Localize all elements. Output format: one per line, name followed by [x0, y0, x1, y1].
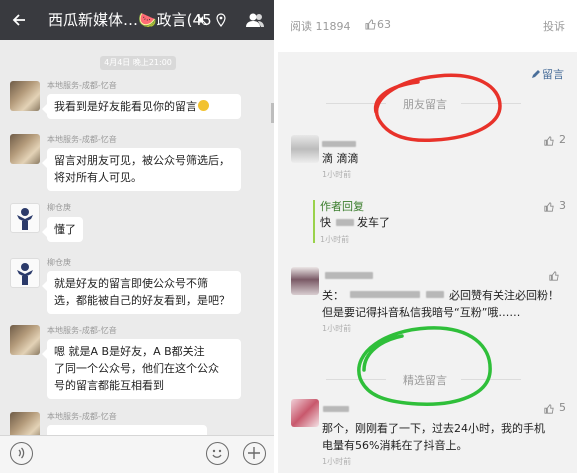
message-bubble[interactable]: 嗯 就是A B是好友，A B都关注 了同一个公众号，他们在这个公众 号的留言都能… [42, 339, 241, 399]
thumbs-up-icon[interactable] [549, 271, 559, 281]
person-figure-icon [17, 208, 33, 230]
message-text: 嗯 就是A B是好友，A B都关注 [54, 345, 205, 358]
comment-time: 1小时前 [322, 324, 352, 333]
comment-text: 电量有56%消耗在了抖音上。 [322, 439, 468, 452]
emoji-button[interactable] [206, 442, 229, 465]
message-text: 号的留言都能互相看到 [54, 379, 164, 392]
plus-icon [248, 447, 260, 459]
article-comments-panel: 阅读 11894 63 投诉 留言 朋友留言 滴 滴滴 1小时前 2 作者回复 … [278, 0, 577, 473]
avatar[interactable] [10, 134, 40, 164]
sender-name: 本地服务-成都-忆音 [47, 412, 117, 421]
message-text: 留言对朋友可见，被公众号筛选后， [54, 154, 230, 167]
group-icon[interactable] [245, 12, 265, 28]
divider [326, 103, 386, 104]
read-count: 阅读 11894 [290, 20, 351, 33]
sender-name: 本地服务-成都-忆音 [47, 135, 117, 144]
voice-icon [18, 447, 25, 459]
comment-text: 滴 滴滴 [322, 152, 359, 165]
sender-name: 本地服务-成都-忆音 [47, 326, 117, 335]
reply-indicator-bar [313, 200, 315, 243]
blurred-text [350, 291, 420, 298]
message-text: 就是好友的留言即使公众号不筛 [54, 277, 208, 290]
pencil-icon [532, 70, 540, 78]
back-arrow-icon[interactable] [11, 12, 27, 28]
comment-text: 但是要记得抖音私信我暗号“互粉”哦…… [322, 306, 521, 319]
comment-text: 那个，刚刚看了一下，过去24小时，我的手机 [322, 422, 545, 435]
mute-icon [196, 14, 208, 26]
message-text: 懂了 [54, 223, 76, 236]
blurred-username [323, 406, 349, 412]
emoji-icon [212, 449, 222, 458]
avatar[interactable] [10, 325, 40, 355]
like-count[interactable]: 63 [377, 18, 391, 31]
chat-title: 西瓜新媒体…🍉政言(45 [48, 11, 212, 29]
chat-panel: 西瓜新媒体…🍉政言(45 4月4日 晚上21:00 本地服务-成都-忆音 我看到… [0, 0, 274, 473]
section-title-friends: 朋友留言 [403, 98, 447, 111]
comment-time: 1小时前 [322, 457, 352, 466]
article-stats-bar: 阅读 11894 63 投诉 [278, 0, 577, 52]
timestamp-badge: 4月4日 晚上21:00 [100, 56, 176, 70]
comment-like-count[interactable]: 3 [559, 199, 566, 212]
blurred-username [322, 141, 356, 147]
thumbs-up-icon[interactable] [365, 19, 376, 30]
reply-text-prefix: 快 [320, 216, 331, 229]
comment-like-count[interactable]: 5 [559, 401, 566, 414]
chat-input-bar [0, 435, 274, 473]
message-text: 我看到是好友能看见你的留言 [54, 100, 197, 113]
thumbs-up-icon[interactable] [544, 404, 554, 414]
avatar[interactable] [10, 81, 40, 111]
sender-name: 柳仓庚 [47, 258, 71, 267]
message-text: 将对所有人可见。 [54, 171, 142, 184]
person-figure-icon [17, 263, 33, 285]
thumbs-up-icon[interactable] [544, 136, 554, 146]
scrollbar[interactable] [271, 103, 274, 123]
comment-like-count[interactable]: 2 [559, 133, 566, 146]
green-circle-annotation [357, 326, 492, 406]
comment-time: 1小时前 [322, 170, 352, 179]
blurred-text [336, 219, 354, 226]
sender-name: 本地服务-成都-忆音 [47, 81, 117, 90]
message-bubble[interactable]: 留言对朋友可见，被公众号筛选后， 将对所有人可见。 [42, 148, 241, 191]
message-text: 了同一个公众号，他们在这个公众 [54, 362, 219, 375]
message-bubble[interactable]: 就是好友的留言即使公众号不筛 选，都能被自己的好友看到，是吧？ [42, 271, 241, 314]
blurred-text [426, 291, 444, 298]
report-link[interactable]: 投诉 [543, 18, 565, 34]
smile-emoji-icon [198, 100, 209, 111]
avatar[interactable] [291, 135, 319, 163]
message-bubble[interactable]: 我看到是好友能看见你的留言 [42, 94, 241, 119]
message-text: 选，都能被自己的好友看到，是吧？ [54, 294, 230, 307]
chat-header: 西瓜新媒体…🍉政言(45 [0, 0, 274, 40]
section-title-selected: 精选留言 [403, 374, 447, 387]
comment-text-prefix: 关： [322, 289, 344, 302]
avatar[interactable] [10, 258, 40, 288]
avatar[interactable] [10, 203, 40, 233]
location-icon [216, 13, 226, 27]
divider [461, 379, 521, 380]
author-reply-label: 作者回复 [320, 200, 364, 213]
comment-text: 必回赞有关注必回粉！ [449, 289, 559, 302]
message-bubble[interactable]: 懂了 [42, 217, 83, 242]
write-comment-link[interactable]: 留言 [542, 66, 564, 82]
avatar[interactable] [291, 267, 319, 295]
reply-text: 发车了 [357, 216, 390, 229]
divider [326, 379, 386, 380]
voice-button[interactable] [10, 442, 33, 465]
blurred-username [325, 272, 373, 279]
plus-button[interactable] [243, 442, 266, 465]
comment-time: 1小时前 [320, 235, 350, 244]
avatar[interactable] [291, 399, 319, 427]
divider [461, 103, 521, 104]
sender-name: 柳仓庚 [47, 203, 71, 212]
thumbs-up-icon[interactable] [544, 202, 554, 212]
